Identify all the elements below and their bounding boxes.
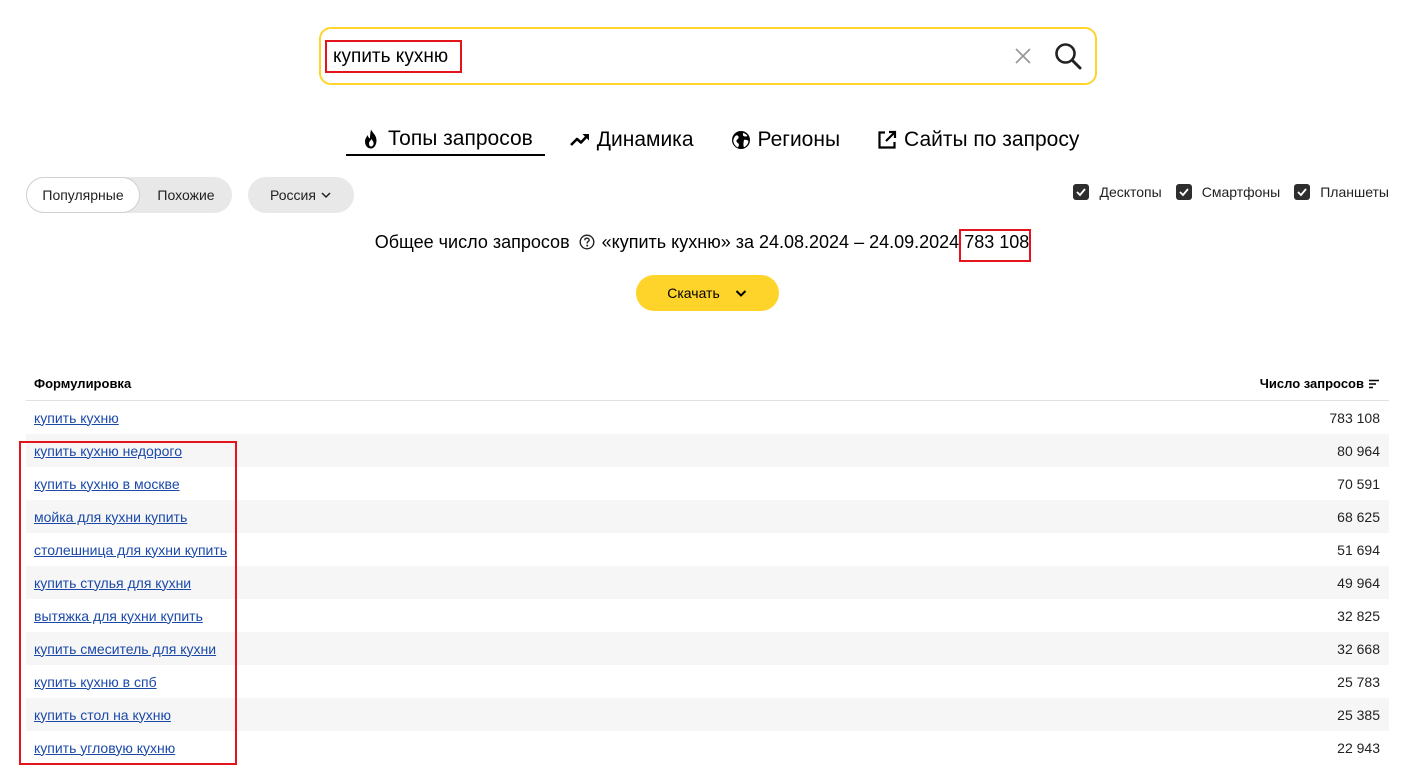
search-bar [319,27,1097,85]
table-header: Формулировка Число запросов [26,367,1389,401]
region-dropdown[interactable]: Россия [248,177,354,213]
query-phrase-link[interactable]: купить кухню в спб [34,674,157,690]
device-label: Десктопы [1099,184,1162,200]
table-row: купить стулья для кухни 49 964 [26,566,1389,599]
query-phrase-link[interactable]: купить смеситель для кухни [34,641,216,657]
query-count: 32 668 [1337,640,1380,657]
query-phrase-link[interactable]: купить стулья для кухни [34,575,191,591]
checkbox-desktop[interactable]: Десктопы [1073,184,1162,200]
device-label: Планшеты [1320,184,1389,200]
tab-sites[interactable]: Сайты по запросу [876,124,1079,156]
checkbox-checked-icon [1294,184,1311,200]
flame-icon [365,129,377,149]
query-count: 70 591 [1337,475,1380,492]
close-icon[interactable] [1013,46,1033,66]
checkbox-checked-icon [1073,184,1090,200]
query-count: 80 964 [1337,442,1380,459]
sort-icon [1369,379,1379,388]
download-button[interactable]: Скачать [636,275,779,311]
query-count: 25 385 [1337,706,1380,723]
mode-popular-button[interactable]: Популярные [26,177,140,213]
help-icon[interactable] [579,234,595,250]
external-link-icon [878,130,897,149]
search-icon[interactable] [1053,41,1083,71]
tab-top-queries[interactable]: Топы запросов [346,124,545,156]
tab-label: Регионы [757,128,841,151]
table-row: столешница для кухни купить 51 694 [26,533,1389,566]
device-label: Смартфоны [1201,184,1281,200]
globe-icon [731,131,750,149]
query-count: 783 108 [1329,409,1380,426]
query-count: 68 625 [1337,508,1380,525]
query-count: 25 783 [1337,673,1380,690]
query-phrase-link[interactable]: купить стол на кухню [34,707,171,723]
table-row: купить кухню 783 108 [26,401,1389,434]
device-filters: Десктопы Смартфоны Планшеты [1073,184,1389,200]
region-label: Россия [270,187,316,203]
checkbox-smartphones[interactable]: Смартфоны [1175,184,1281,200]
mode-switch: Популярные Похожие [26,177,232,213]
summary-total: 783 108 [964,232,1030,252]
query-count: 32 825 [1337,607,1380,624]
trend-up-icon [569,134,589,146]
summary-query: «купить кухню» за 24.08.2024 – 24.09.202… [601,232,960,252]
table-row: купить кухню в москве 70 591 [26,467,1389,500]
tab-regions[interactable]: Регионы [730,124,841,156]
table-body: купить кухню 783 108 купить кухню недорого… [26,401,1389,764]
query-phrase-link[interactable]: купить кухню [34,410,119,426]
queries-table: Формулировка Число запросов купить кухню… [26,367,1389,764]
table-row: вытяжка для кухни купить 32 825 [26,599,1389,632]
query-phrase-link[interactable]: вытяжка для кухни купить [34,608,203,624]
tab-dynamics[interactable]: Динамика [569,124,694,156]
mode-similar-button[interactable]: Похожие [140,177,232,213]
table-row: купить угловую кухню 22 943 [26,731,1389,764]
column-header-phrase: Формулировка [34,376,132,391]
query-phrase-link[interactable]: мойка для кухни купить [34,509,187,525]
column-header-count[interactable]: Число запросов [1260,376,1380,391]
chevron-down-icon [321,192,331,199]
chevron-down-icon [735,290,746,297]
total-summary: Общее число запросов «купить кухню» за 2… [0,232,1404,253]
table-row: купить стол на кухню 25 385 [26,698,1389,731]
table-row: купить кухню в спб 25 783 [26,665,1389,698]
tab-label: Сайты по запросу [904,128,1080,151]
query-phrase-link[interactable]: купить кухню недорого [34,443,182,459]
query-phrase-link[interactable]: столешница для кухни купить [34,542,227,558]
summary-prefix: Общее число запросов [374,232,570,252]
table-row: купить кухню недорого 80 964 [26,434,1389,467]
query-count: 49 964 [1337,574,1380,591]
tab-label: Топы запросов [388,127,533,150]
checkbox-checked-icon [1175,184,1192,200]
report-tabs: Топы запросов Динамика Регионы Сайты по … [346,124,1079,156]
search-input[interactable] [333,43,993,71]
query-phrase-link[interactable]: купить угловую кухню [34,740,175,756]
checkbox-tablets[interactable]: Планшеты [1294,184,1389,200]
download-label: Скачать [667,285,720,301]
table-row: мойка для кухни купить 68 625 [26,500,1389,533]
query-phrase-link[interactable]: купить кухню в москве [34,476,180,492]
tab-label: Динамика [596,128,694,151]
table-row: купить смеситель для кухни 32 668 [26,632,1389,665]
query-count: 51 694 [1337,541,1380,558]
query-count: 22 943 [1337,739,1380,756]
